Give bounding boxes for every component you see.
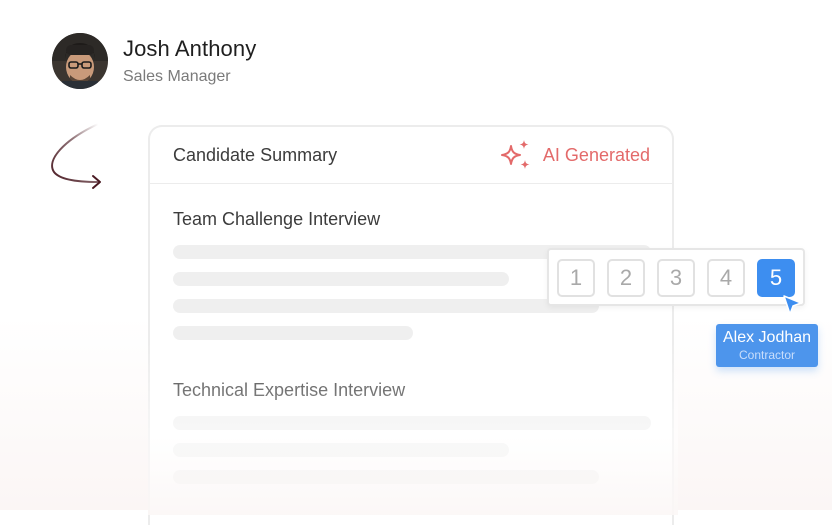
section-title: Team Challenge Interview bbox=[173, 209, 381, 229]
rating-option-1[interactable]: 1 bbox=[557, 259, 595, 297]
text-placeholder-bar bbox=[173, 470, 599, 484]
avatar bbox=[52, 33, 108, 89]
cursor-pointer-icon bbox=[783, 295, 802, 315]
rating-option-5[interactable]: 5 bbox=[757, 259, 795, 297]
rating-option-2[interactable]: 2 bbox=[607, 259, 645, 297]
text-placeholder-bar bbox=[173, 272, 509, 286]
rating-selector: 1 2 3 4 5 bbox=[547, 248, 805, 306]
rating-option-3[interactable]: 3 bbox=[657, 259, 695, 297]
profile-name: Josh Anthony bbox=[123, 36, 257, 61]
profile-role: Sales Manager bbox=[123, 68, 231, 85]
card-header: Candidate Summary AI Generated bbox=[150, 127, 672, 184]
section-title: Technical Expertise Interview bbox=[173, 380, 406, 400]
collaborator-name: Alex Jodhan bbox=[722, 329, 812, 346]
user-profile: Josh Anthony Sales Manager bbox=[52, 33, 256, 89]
text-placeholder-bar bbox=[173, 416, 651, 430]
section-technical-expertise: Technical Expertise Interview bbox=[173, 380, 651, 497]
text-placeholder-bar bbox=[173, 326, 413, 340]
ai-badge-label: AI Generated bbox=[542, 144, 650, 165]
curved-arrow-icon bbox=[51, 123, 101, 189]
sparkle-icon bbox=[500, 140, 530, 169]
card-title: Candidate Summary bbox=[173, 144, 338, 165]
collaborator-role: Contractor bbox=[738, 348, 796, 362]
ai-generated-badge: AI Generated bbox=[499, 138, 650, 172]
collaborator-tooltip: Alex Jodhan Contractor bbox=[716, 324, 818, 367]
rating-option-4[interactable]: 4 bbox=[707, 259, 745, 297]
text-placeholder-bar bbox=[173, 443, 509, 457]
text-placeholder-bar bbox=[173, 299, 599, 313]
candidate-summary-card: Candidate Summary AI Generated Team Chal… bbox=[148, 125, 674, 525]
